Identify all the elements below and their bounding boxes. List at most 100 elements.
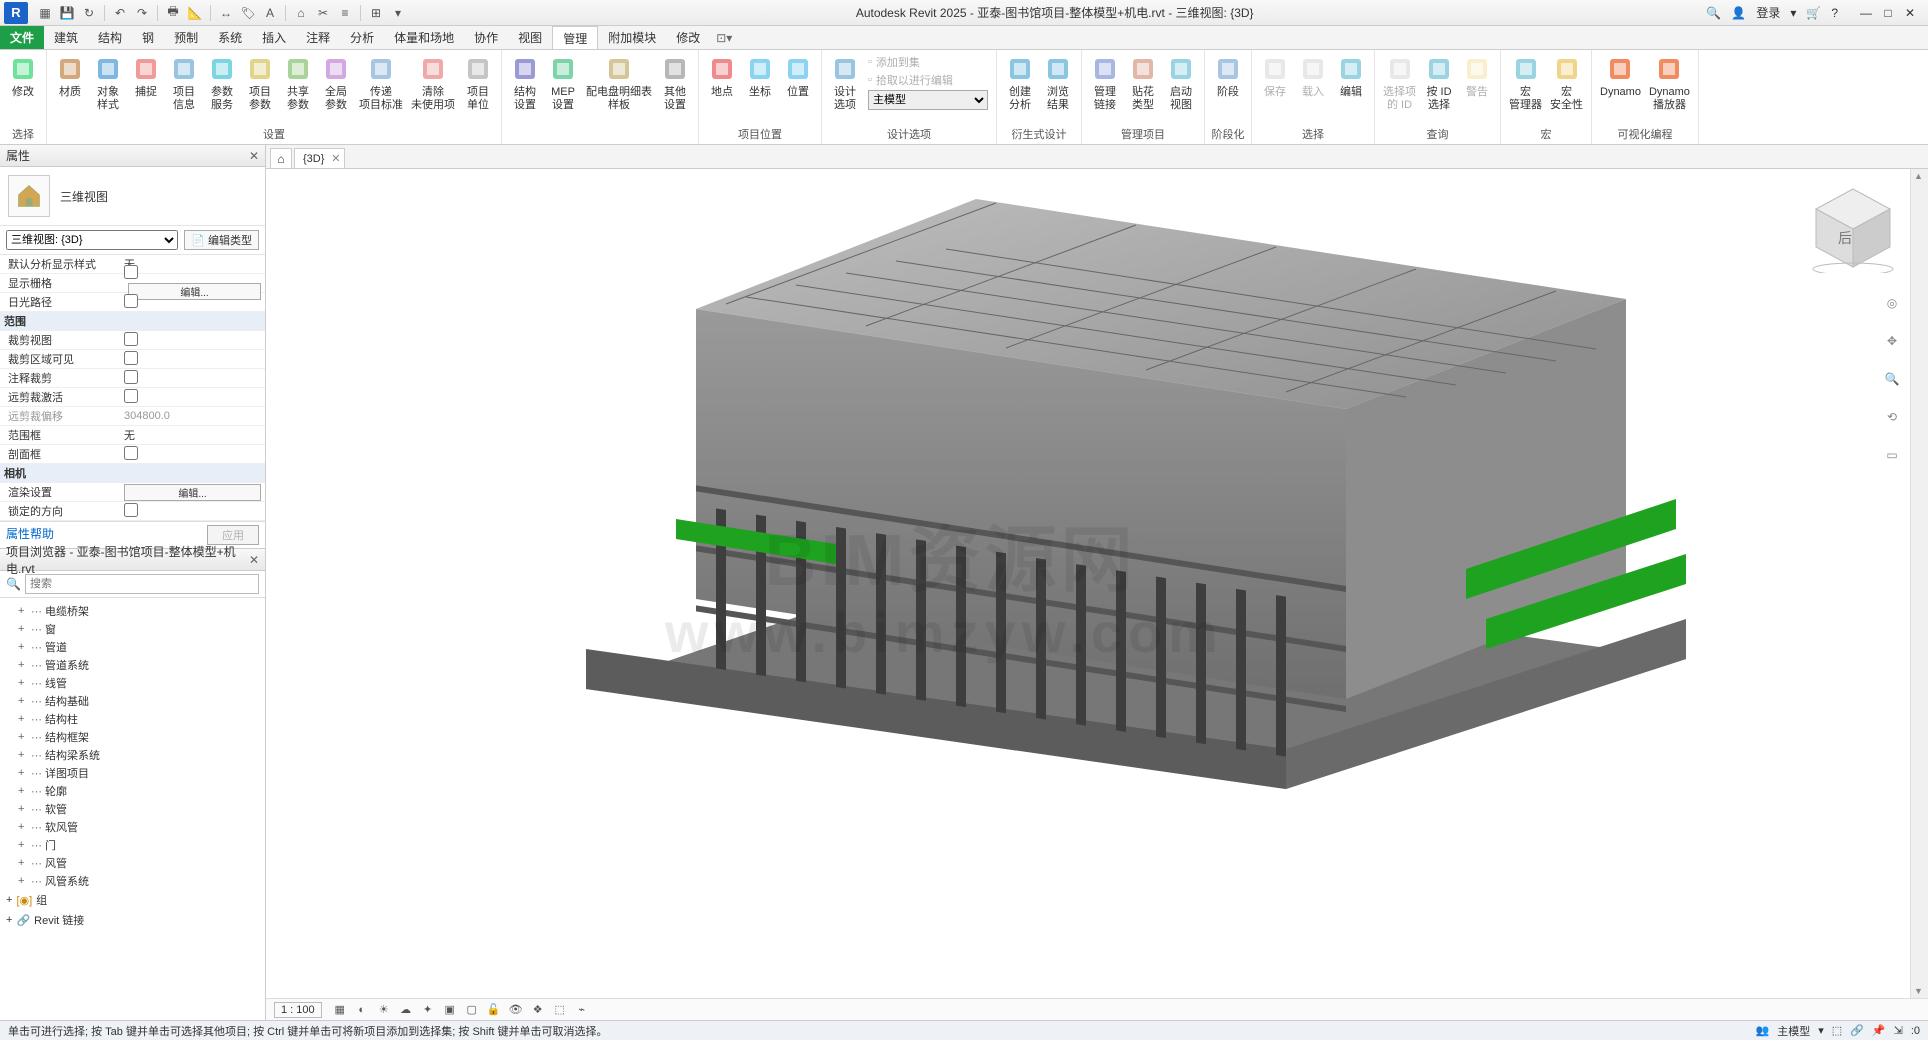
menu-modify[interactable]: 修改 [666, 26, 710, 49]
properties-type-selector[interactable]: 三维视图 [0, 167, 265, 226]
menu-massing[interactable]: 体量和场地 [384, 26, 464, 49]
lookat-icon[interactable]: ▭ [1878, 441, 1906, 469]
expand-icon[interactable]: + [18, 767, 28, 779]
prop-checkbox[interactable] [124, 370, 138, 384]
tree-group[interactable]: +[◉]组 [2, 890, 263, 910]
search-input[interactable] [25, 574, 259, 594]
qat-section-icon[interactable]: ✂ [314, 4, 332, 22]
ribbon-unit-button[interactable]: 项目 单位 [459, 52, 497, 114]
expand-icon[interactable]: + [18, 803, 28, 815]
tree-item[interactable]: +⋯管道系统 [2, 656, 263, 674]
crop-show-icon[interactable]: ▢ [464, 1002, 480, 1018]
expand-icon[interactable]: + [18, 713, 28, 725]
app-menu-button[interactable]: R [4, 2, 28, 24]
expand-icon[interactable]: + [18, 839, 28, 851]
properties-instance-select[interactable]: 三维视图: {3D} [6, 230, 178, 250]
ribbon-mlink-button[interactable]: 管理 链接 [1086, 52, 1124, 114]
prop-value[interactable]: 无 [120, 427, 265, 443]
status-link-icon[interactable]: 🔗 [1850, 1024, 1864, 1037]
orbit-icon[interactable]: ⟲ [1878, 403, 1906, 431]
tree-revit-link[interactable]: +🔗Revit 链接 [2, 910, 263, 930]
ribbon-other-button[interactable]: 其他 设置 [656, 52, 694, 114]
render-icon[interactable]: ✦ [420, 1002, 436, 1018]
view-scrollbar[interactable] [1910, 169, 1928, 998]
expand-icon[interactable]: + [18, 875, 28, 887]
analytical-icon[interactable]: ⌁ [574, 1002, 590, 1018]
detail-level-icon[interactable]: ▦ [332, 1002, 348, 1018]
view-tab-close-icon[interactable]: ✕ [331, 152, 340, 165]
zoom-icon[interactable]: 🔍 [1878, 365, 1906, 393]
qat-save-icon[interactable]: 💾 [58, 4, 76, 22]
qat-open-icon[interactable]: ▦ [36, 4, 54, 22]
status-filter-icon[interactable]: ▾ [1818, 1024, 1824, 1037]
ribbon-panel-button[interactable]: 配电盘明细表 样板 [582, 52, 656, 114]
tree-item[interactable]: +⋯窗 [2, 620, 263, 638]
tree-item[interactable]: +⋯风管 [2, 854, 263, 872]
dropdown-icon[interactable]: ▾ [1790, 6, 1796, 20]
prop-checkbox[interactable] [124, 265, 138, 279]
tree-item[interactable]: +⋯门 [2, 836, 263, 854]
tree-item[interactable]: +⋯结构框架 [2, 728, 263, 746]
status-drag-icon[interactable]: ⇲ [1894, 1024, 1903, 1037]
prop-checkbox[interactable] [124, 294, 138, 308]
qat-switch-icon[interactable]: ▾ [389, 4, 407, 22]
edit-type-button[interactable]: 📄 编辑类型 [184, 230, 259, 250]
menu-collaborate[interactable]: 协作 [464, 26, 508, 49]
menu-addins[interactable]: 附加模块 [598, 26, 666, 49]
crop-icon[interactable]: ▣ [442, 1002, 458, 1018]
ribbon-gen1-button[interactable]: 创建 分析 [1001, 52, 1039, 114]
menu-annotate[interactable]: 注释 [296, 26, 340, 49]
ribbon-dyn-button[interactable]: Dynamo [1596, 52, 1645, 101]
ribbon-doc-button[interactable]: 项目 信息 [165, 52, 203, 114]
user-icon[interactable]: 👤 [1731, 6, 1746, 20]
tree-item[interactable]: +⋯风管系统 [2, 872, 263, 890]
status-worksets-icon[interactable]: 👥 [1756, 1024, 1770, 1037]
expand-icon[interactable]: + [18, 677, 28, 689]
ribbon-mep-button[interactable]: MEP 设置 [544, 52, 582, 114]
cart-icon[interactable]: 🛒 [1806, 6, 1821, 20]
temphide-icon[interactable]: 👁 [508, 1002, 524, 1018]
menu-dropdown-icon[interactable]: ⊡▾ [716, 31, 732, 45]
qat-3d-icon[interactable]: ⌂ [292, 4, 310, 22]
design-option-select[interactable]: 主模型 [868, 90, 988, 110]
ribbon-sview-button[interactable]: 启动 视图 [1162, 52, 1200, 114]
visual-style-icon[interactable]: ◐ [354, 1002, 370, 1018]
browser-close-icon[interactable]: ✕ [249, 553, 259, 567]
expand-icon[interactable]: + [18, 731, 28, 743]
prop-checkbox[interactable] [124, 446, 138, 460]
close-button[interactable]: ✕ [1900, 4, 1920, 22]
login-label[interactable]: 登录 [1756, 4, 1780, 21]
menu-manage[interactable]: 管理 [552, 26, 598, 49]
ribbon-gparam-button[interactable]: 全局 参数 [317, 52, 355, 114]
tree-item[interactable]: +⋯软管 [2, 800, 263, 818]
ribbon-pparam-button[interactable]: 项目 参数 [241, 52, 279, 114]
menu-precast[interactable]: 预制 [164, 26, 208, 49]
menu-systems[interactable]: 系统 [208, 26, 252, 49]
tree-item[interactable]: +⋯线管 [2, 674, 263, 692]
expand-icon[interactable]: + [18, 605, 28, 617]
qat-sync-icon[interactable]: ↻ [80, 4, 98, 22]
view-scale[interactable]: 1 : 100 [274, 1002, 322, 1018]
worksharing-icon[interactable]: ⬚ [552, 1002, 568, 1018]
sun-path-icon[interactable]: ☀ [376, 1002, 392, 1018]
expand-icon[interactable]: + [18, 749, 28, 761]
reveal-icon[interactable]: ❖ [530, 1002, 546, 1018]
properties-close-icon[interactable]: ✕ [249, 149, 259, 163]
minimize-button[interactable]: — [1856, 4, 1876, 22]
qat-measure-icon[interactable]: 📐 [186, 4, 204, 22]
expand-icon[interactable]: + [18, 641, 28, 653]
status-model-label[interactable]: 主模型 [1777, 1023, 1810, 1039]
ribbon-cloud-button[interactable]: 参数 服务 [203, 52, 241, 114]
ribbon-sparam-button[interactable]: 共享 参数 [279, 52, 317, 114]
shadows-icon[interactable]: ☁ [398, 1002, 414, 1018]
expand-icon[interactable]: + [18, 695, 28, 707]
expand-icon[interactable]: + [18, 623, 28, 635]
ribbon-macro1-button[interactable]: 宏 管理器 [1505, 52, 1546, 114]
prop-checkbox[interactable] [124, 389, 138, 403]
tree-item[interactable]: +⋯软风管 [2, 818, 263, 836]
ribbon-side-item[interactable]: 主模型 [868, 90, 988, 110]
menu-file[interactable]: 文件 [0, 26, 44, 49]
tree-item[interactable]: +⋯管道 [2, 638, 263, 656]
pan-icon[interactable]: ✥ [1878, 327, 1906, 355]
tree-item[interactable]: +⋯电缆桥架 [2, 602, 263, 620]
